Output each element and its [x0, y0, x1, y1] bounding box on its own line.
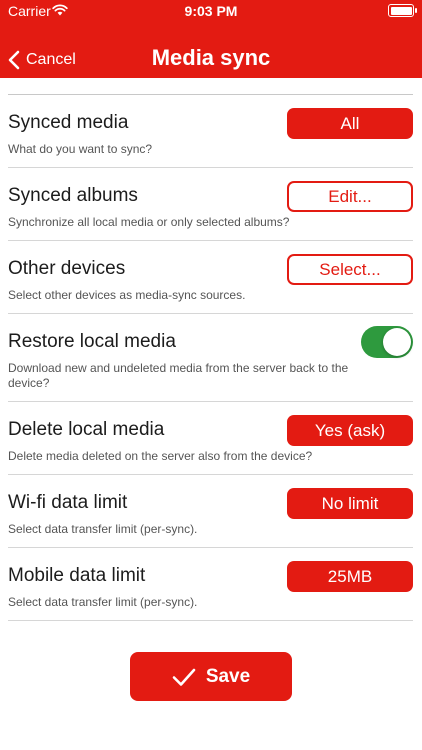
page-title: Media sync [151, 45, 271, 70]
wifi-data-limit-button[interactable]: No limit [287, 488, 413, 519]
restore-local-media-toggle[interactable] [361, 326, 413, 358]
setting-restore-local-media: Restore local media Download new and und… [8, 314, 413, 402]
setting-description: Select data transfer limit (per-sync). [8, 595, 198, 609]
battery-icon [388, 4, 417, 17]
synced-media-button[interactable]: All [287, 108, 413, 139]
checkmark-icon [172, 668, 196, 686]
setting-synced-albums: Synced albums Synchronize all local medi… [8, 168, 413, 241]
setting-description: Synchronize all local media or only sele… [8, 215, 290, 229]
setting-title: Wi-fi data limit [8, 492, 128, 513]
edit-albums-button[interactable]: Edit... [287, 181, 413, 212]
setting-description: Select data transfer limit (per-sync). [8, 522, 198, 536]
toggle-knob [383, 328, 411, 356]
delete-local-media-button[interactable]: Yes (ask) [287, 415, 413, 446]
setting-description: Delete media deleted on the server also … [8, 449, 313, 463]
mobile-data-limit-button[interactable]: 25MB [287, 561, 413, 592]
setting-title: Synced media [8, 112, 129, 133]
status-time: 9:03 PM [184, 3, 238, 19]
select-devices-button[interactable]: Select... [287, 254, 413, 285]
setting-other-devices: Other devices Select other devices as me… [8, 241, 413, 314]
setting-description: What do you want to sync? [8, 142, 153, 156]
setting-description: Select other devices as media-sync sourc… [8, 288, 246, 302]
setting-title: Other devices [8, 258, 126, 279]
save-label: Save [205, 665, 251, 687]
setting-title: Restore local media [8, 331, 176, 352]
settings-list: Synced media What do you want to sync? A… [8, 94, 413, 621]
setting-delete-local-media: Delete local media Delete media deleted … [8, 402, 413, 475]
setting-mobile-data-limit: Mobile data limit Select data transfer l… [8, 548, 413, 621]
setting-description: Download new and undeleted media from th… [8, 361, 349, 390]
save-button[interactable]: Save [130, 652, 292, 701]
setting-title: Synced albums [8, 185, 138, 206]
header: Carrier 9:03 PM Cancel Media sync [0, 0, 422, 78]
setting-synced-media: Synced media What do you want to sync? A… [8, 95, 413, 168]
setting-wifi-data-limit: Wi-fi data limit Select data transfer li… [8, 475, 413, 548]
setting-title: Delete local media [8, 419, 165, 440]
status-bar: Carrier 9:03 PM [0, 0, 422, 22]
setting-title: Mobile data limit [8, 565, 146, 586]
